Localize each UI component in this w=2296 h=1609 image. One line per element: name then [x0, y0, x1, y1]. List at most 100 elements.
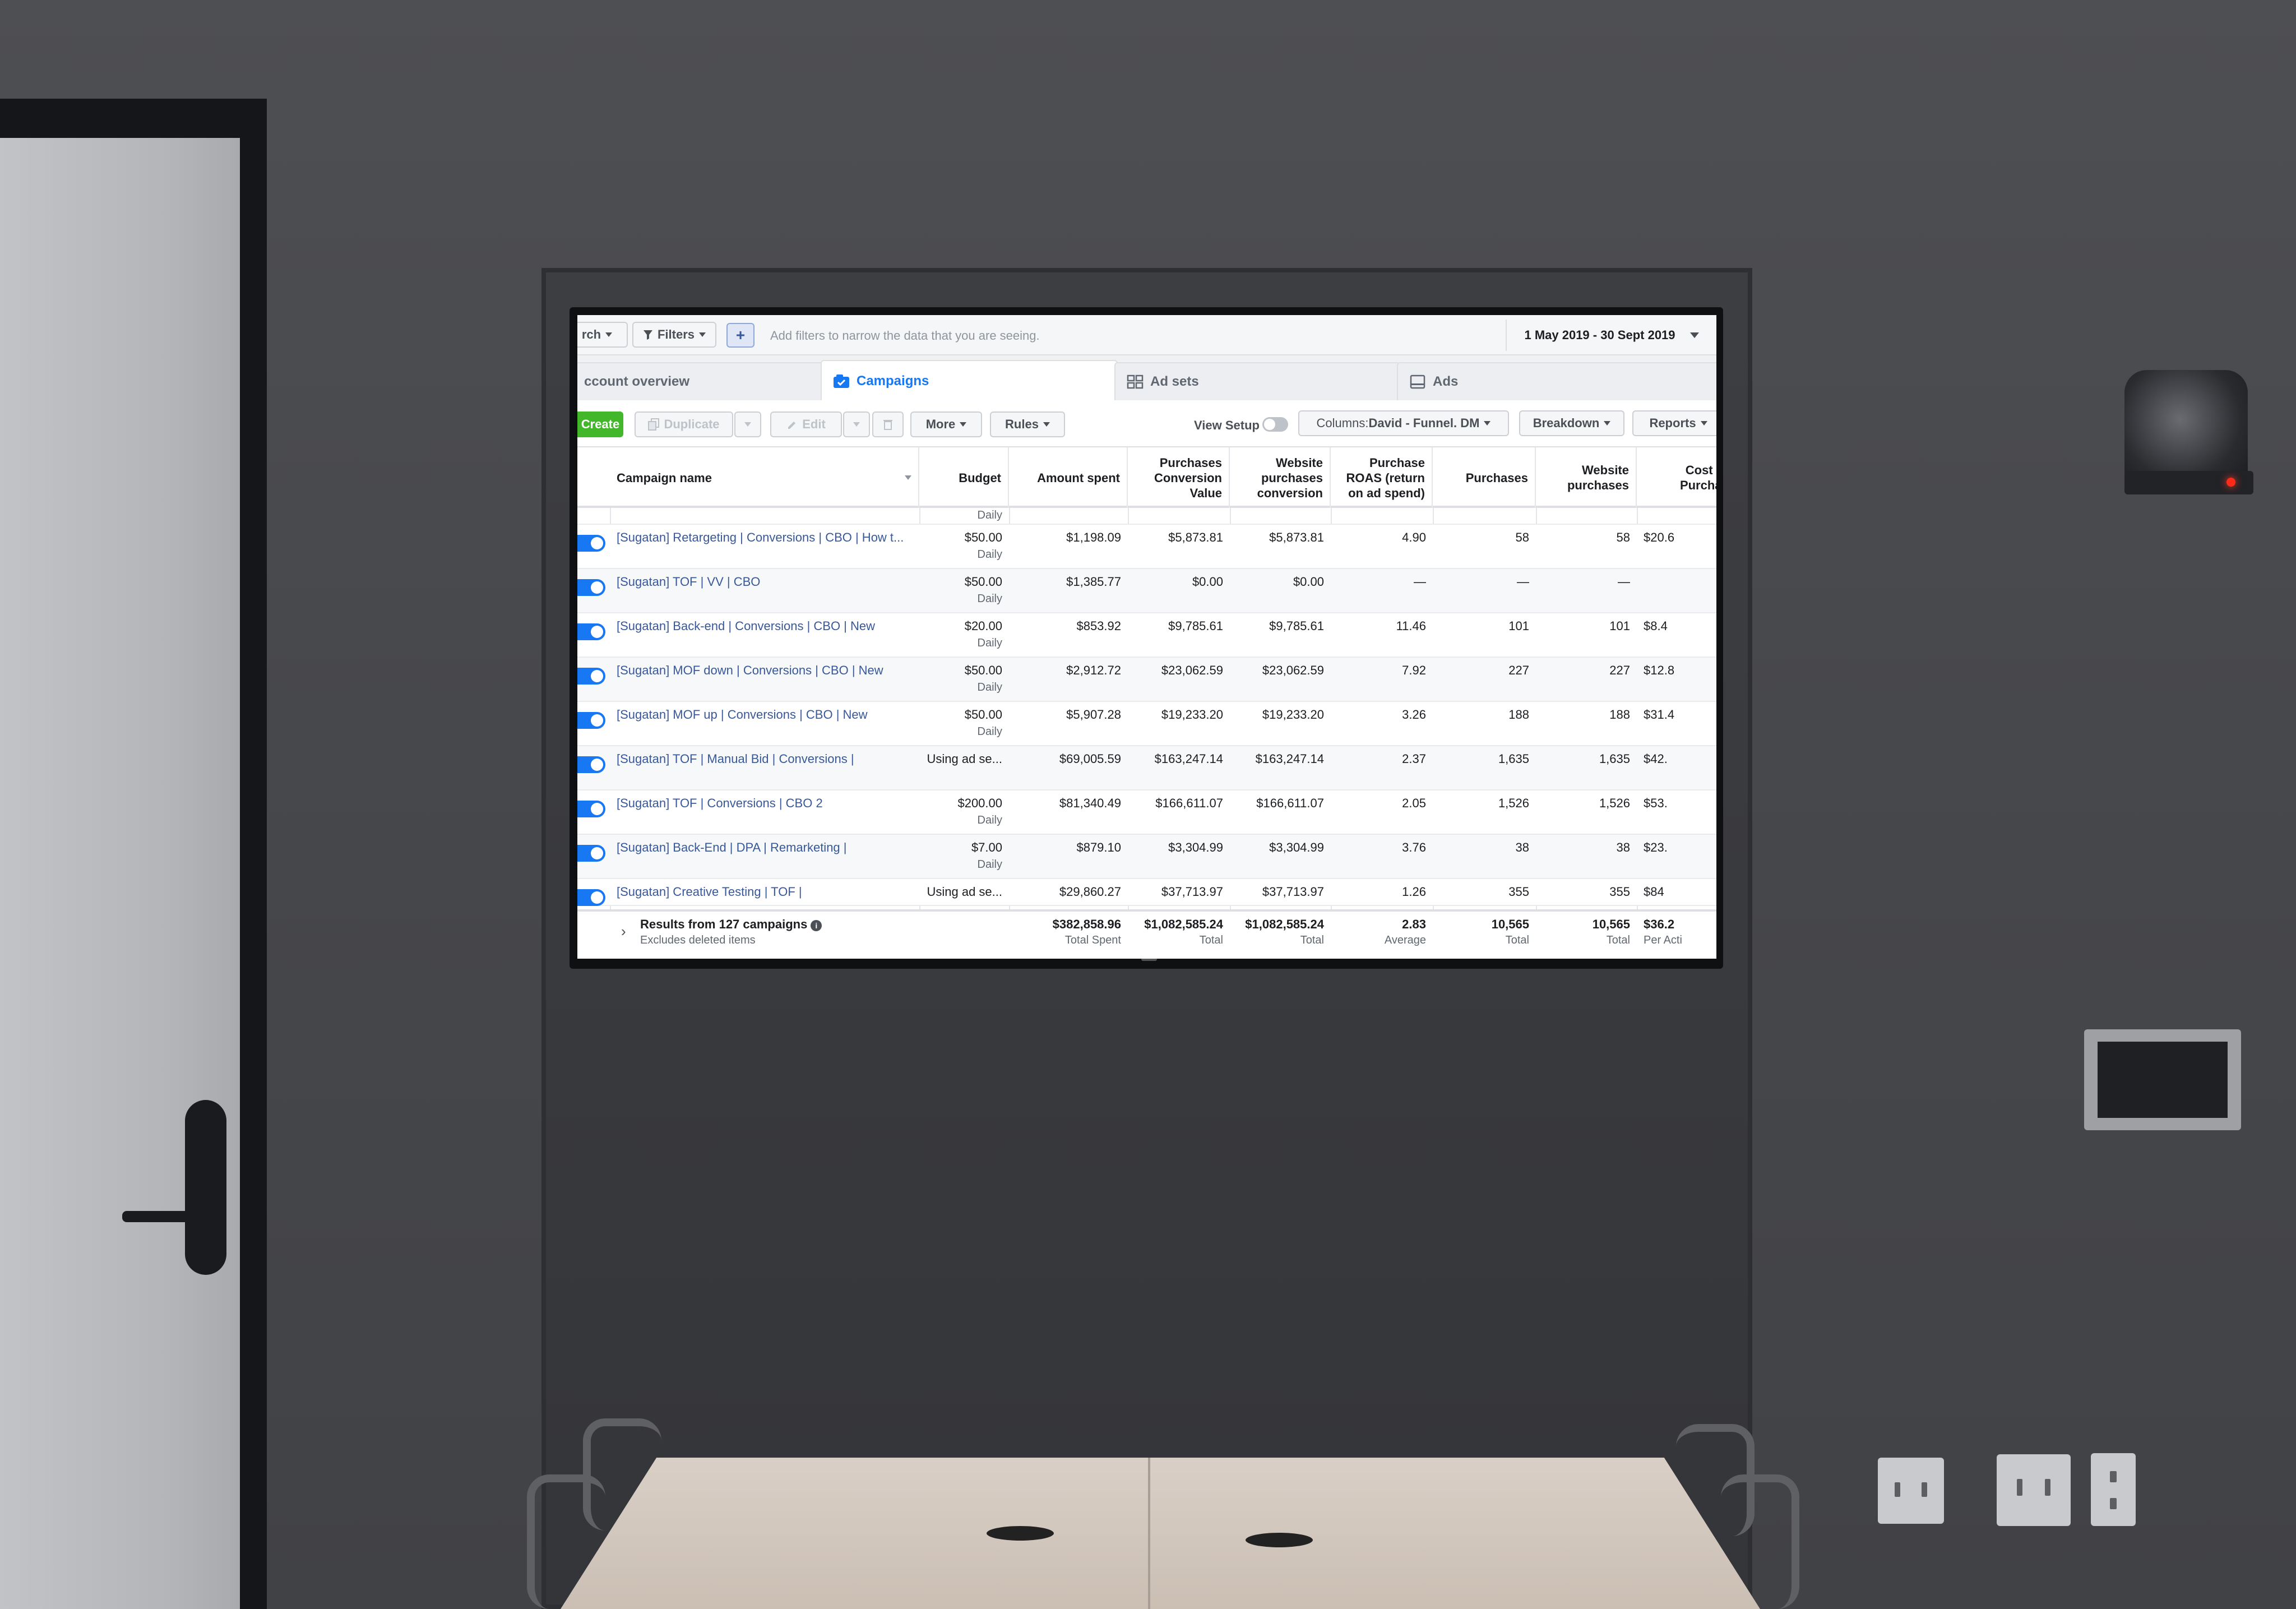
- delete-button[interactable]: [872, 412, 904, 437]
- cell-conv-value: $166,611.07: [1128, 790, 1230, 835]
- campaign-name-link[interactable]: [Sugatan] TOF | VV | CBO: [610, 569, 919, 613]
- breakdown-dropdown[interactable]: Breakdown: [1519, 410, 1624, 436]
- cell-budget: $50.00 Daily: [919, 702, 1009, 746]
- col-website-purchases[interactable]: Website purchases: [1536, 447, 1637, 508]
- door-panel: [0, 138, 240, 1609]
- table-row[interactable]: [Sugatan] Back-end | Conversions | CBO |…: [577, 613, 1716, 658]
- col-cost-per-purchase[interactable]: Cost per Purchase: [1637, 447, 1716, 508]
- cell-web-conv: $163,247.14: [1230, 746, 1331, 790]
- cell-value: $50.00: [964, 530, 1002, 544]
- tab-campaigns[interactable]: Campaigns: [821, 360, 1118, 401]
- columns-dropdown[interactable]: Columns: David - Funnel. DM: [1298, 410, 1509, 436]
- table-row[interactable]: [Sugatan] MOF up | Conversions | CBO | N…: [577, 702, 1716, 746]
- table-seam: [1148, 1458, 1150, 1609]
- col-amount-spent[interactable]: Amount spent: [1009, 447, 1128, 508]
- cell-value: $42.: [1644, 752, 1668, 766]
- door-lever: [122, 1211, 206, 1222]
- col-campaign-name[interactable]: Campaign name: [610, 447, 919, 508]
- tab-account-overview[interactable]: ccount overview: [577, 362, 835, 400]
- cell-value: $9,785.61: [1269, 619, 1324, 633]
- table-row[interactable]: [Sugatan] Back-End | DPA | Remarketing |…: [577, 835, 1716, 879]
- chevron-right-icon[interactable]: ›: [621, 923, 626, 940]
- table-row[interactable]: [Sugatan] Creative Testing | TOF | Using …: [577, 879, 1716, 906]
- table-row[interactable]: [Sugatan] TOF | Conversions | CBO 2 $200.…: [577, 790, 1716, 835]
- duplicate-button[interactable]: Duplicate: [635, 412, 733, 437]
- col-purchases-conversion-value[interactable]: Purchases Conversion Value: [1128, 447, 1230, 508]
- campaign-toggle[interactable]: [577, 845, 605, 862]
- filter-toolbar: rch Filters + Add filters to narrow the …: [577, 315, 1716, 355]
- tab-ad-sets[interactable]: Ad sets: [1114, 362, 1400, 400]
- add-filter-button[interactable]: +: [726, 323, 754, 348]
- edit-dropdown[interactable]: [843, 412, 870, 437]
- col-website-purchases-conversion[interactable]: Website purchases conversion: [1230, 447, 1331, 508]
- info-icon[interactable]: i: [811, 920, 822, 931]
- cell-value: 4.90: [1402, 530, 1426, 544]
- table-row[interactable]: [Sugatan] Retargeting | Conversions | CB…: [577, 525, 1716, 569]
- cell-value: 188: [1508, 708, 1529, 722]
- campaign-name-link[interactable]: [Sugatan] MOF up | Conversions | CBO | N…: [610, 702, 919, 746]
- cell-value: $8.4: [1644, 619, 1668, 633]
- cell-value: $81,340.49: [1059, 796, 1121, 810]
- campaign-name-link[interactable]: [Sugatan] Back-end | Conversions | CBO |…: [610, 613, 919, 658]
- total-purchases-sub: Total: [1505, 934, 1529, 946]
- duplicate-dropdown[interactable]: [734, 412, 761, 437]
- total-cost-sub: Per Acti: [1644, 934, 1682, 946]
- filter-input[interactable]: Add filters to narrow the data that you …: [770, 329, 1040, 343]
- cell-spent: $1,198.09: [1009, 525, 1128, 569]
- tab-campaigns-label: Campaigns: [857, 373, 929, 389]
- cell-value: $20.6: [1644, 530, 1675, 544]
- campaign-name-link[interactable]: [Sugatan] Retargeting | Conversions | CB…: [610, 525, 919, 569]
- cell-value: $853.92: [1076, 619, 1121, 633]
- campaign-toggle[interactable]: [577, 535, 605, 552]
- cell-value: 38: [1515, 840, 1529, 854]
- table-row[interactable]: [Sugatan] TOF | VV | CBO $50.00 Daily $1,38…: [577, 569, 1716, 613]
- cell-value: $5,873.81: [1269, 530, 1324, 544]
- col-purchase-roas[interactable]: Purchase ROAS (return on ad spend): [1331, 447, 1433, 508]
- cell-conv-value: $3,304.99: [1128, 835, 1230, 879]
- filters-button[interactable]: Filters: [632, 322, 716, 348]
- rules-label: Rules: [1005, 417, 1039, 431]
- cell-value: 1,635: [1599, 752, 1630, 766]
- campaign-toggle[interactable]: [577, 579, 605, 596]
- campaign-toggle[interactable]: [577, 801, 605, 817]
- more-button[interactable]: More: [910, 412, 982, 437]
- search-dropdown[interactable]: rch: [577, 322, 628, 348]
- adsets-icon: [1127, 374, 1144, 389]
- tab-ads[interactable]: Ads: [1397, 362, 1716, 400]
- campaign-name-link[interactable]: [Sugatan] TOF | Manual Bid | Conversions…: [610, 746, 919, 790]
- tab-ads-label: Ads: [1433, 374, 1459, 389]
- total-web-conv-value: $1,082,585.24: [1245, 917, 1324, 931]
- date-range-picker[interactable]: 1 May 2019 - 30 Sept 2019: [1506, 320, 1716, 351]
- total-web-purchases: 10,565 Total: [1536, 912, 1637, 959]
- create-button[interactable]: Create: [577, 412, 623, 437]
- campaign-name-link[interactable]: [Sugatan] Back-End | DPA | Remarketing |: [610, 835, 919, 879]
- table-row[interactable]: [Sugatan] TOF | Manual Bid | Conversions…: [577, 746, 1716, 790]
- view-setup-label: View Setup: [1194, 418, 1260, 432]
- duplicate-icon: [648, 418, 660, 431]
- campaign-toggle[interactable]: [577, 668, 605, 685]
- columns-prefix: Columns:: [1316, 416, 1369, 430]
- duplicate-label: Duplicate: [664, 417, 720, 431]
- campaign-toggle[interactable]: [577, 756, 605, 773]
- reports-dropdown[interactable]: Reports: [1632, 410, 1716, 436]
- campaign-name-link[interactable]: [Sugatan] MOF down | Conversions | CBO |…: [610, 658, 919, 702]
- campaign-name-link[interactable]: [Sugatan] TOF | Conversions | CBO 2: [610, 790, 919, 835]
- cell-cost: $53.: [1637, 790, 1716, 835]
- campaign-toggle[interactable]: [577, 712, 605, 729]
- cell-value: $50.00: [964, 575, 1002, 589]
- col-purchases[interactable]: Purchases: [1433, 447, 1536, 508]
- table-row[interactable]: [Sugatan] MOF down | Conversions | CBO |…: [577, 658, 1716, 702]
- campaign-toggle[interactable]: [577, 623, 605, 640]
- view-setup-toggle[interactable]: [1262, 417, 1288, 432]
- cell-value: $1,198.09: [1066, 530, 1121, 544]
- edit-button[interactable]: Edit: [770, 412, 842, 437]
- campaign-toggle[interactable]: [577, 889, 605, 906]
- cell-spent: $2,912.72: [1009, 658, 1128, 702]
- cell-purchases: 1,635: [1433, 746, 1536, 790]
- cell-web-purchases: 38: [1536, 835, 1637, 879]
- rules-button[interactable]: Rules: [990, 412, 1065, 437]
- cell-spent: $69,005.59: [1009, 746, 1128, 790]
- search-dropdown-label: rch: [581, 327, 601, 341]
- cell-value: 58: [1515, 530, 1529, 544]
- col-budget[interactable]: Budget: [919, 447, 1009, 508]
